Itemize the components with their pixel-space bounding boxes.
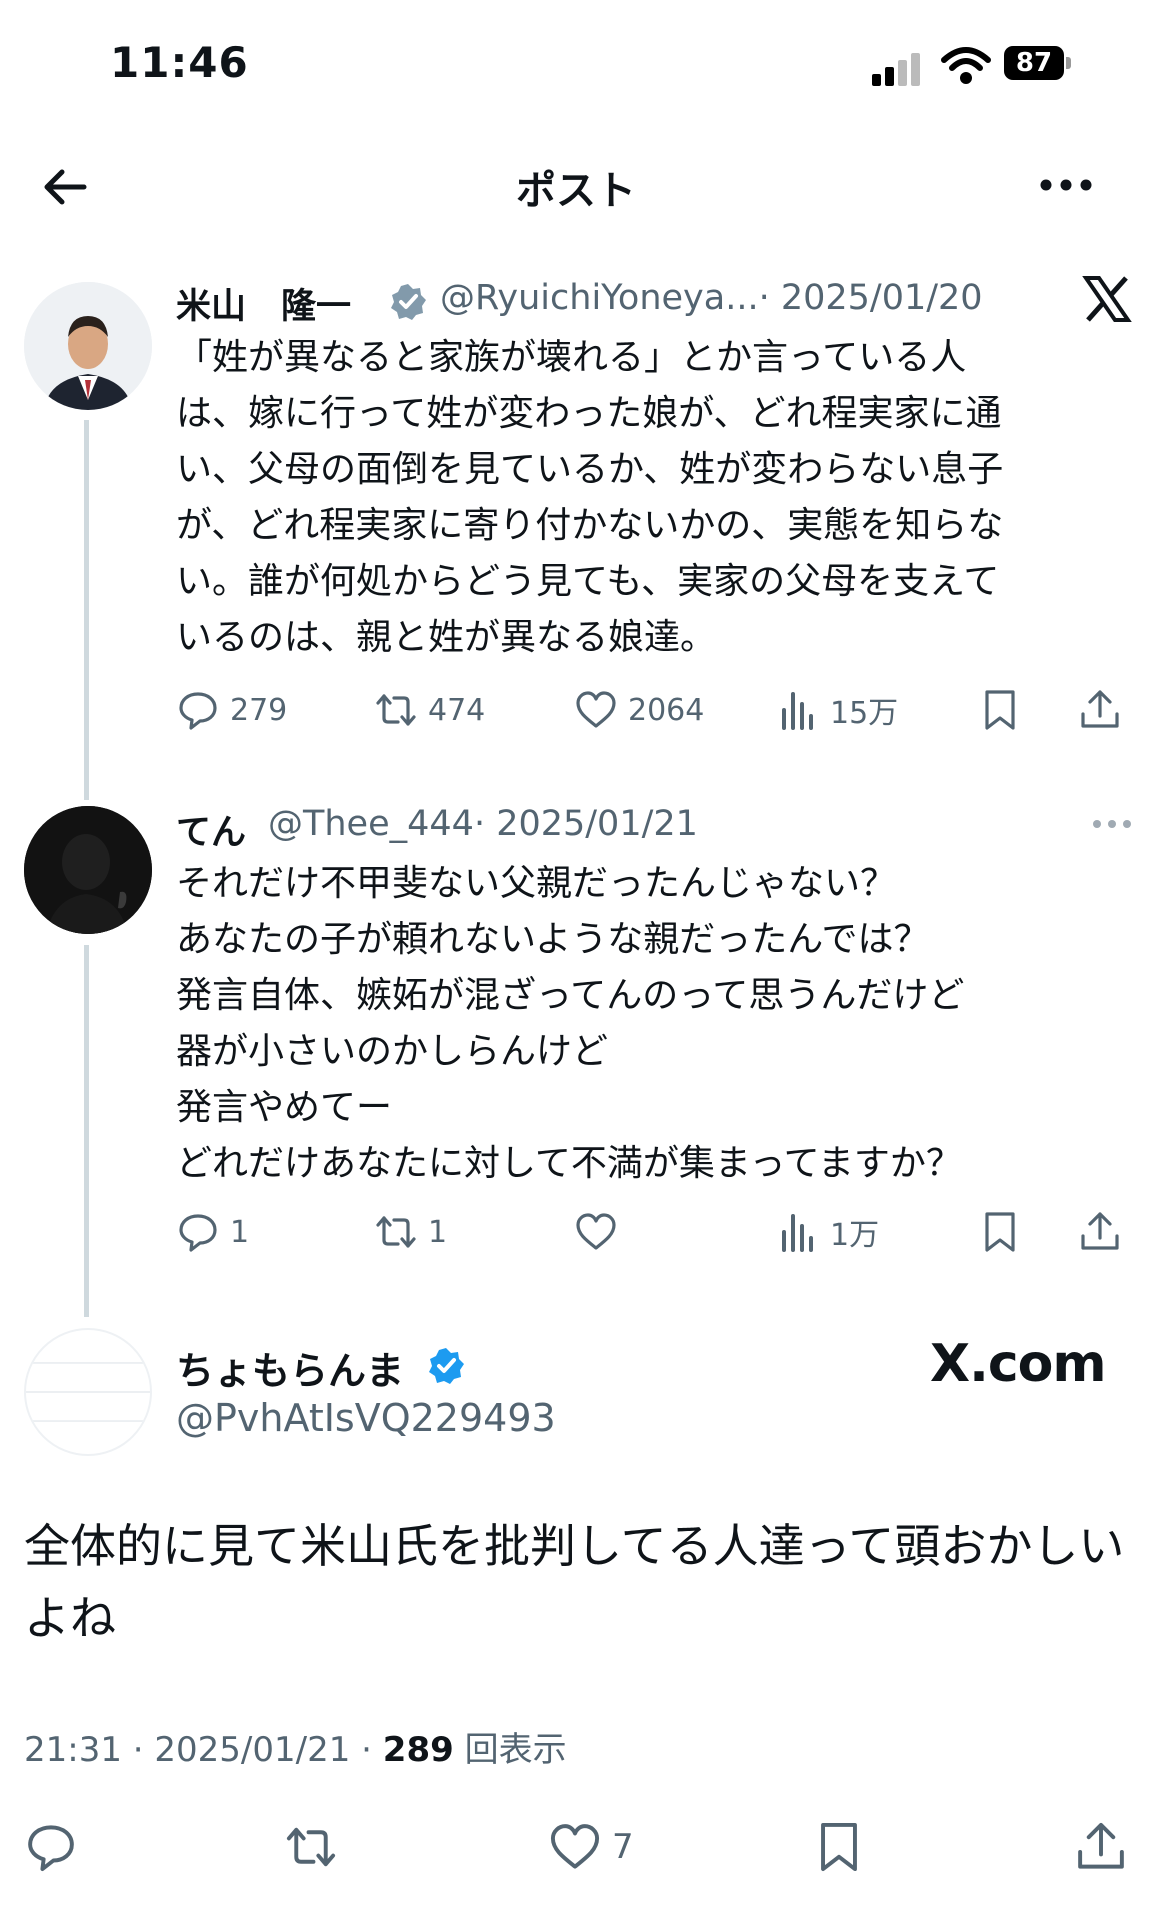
bookmark-button[interactable]	[978, 1210, 1022, 1254]
wifi-icon	[940, 46, 992, 86]
tweet1-handle[interactable]: @RyuichiYoneya...	[440, 278, 759, 318]
tweet1-date[interactable]: · 2025/01/20	[759, 278, 983, 318]
retweet-count: 474	[428, 692, 486, 728]
bookmark-button[interactable]	[812, 1820, 866, 1874]
post-meta: 21:31 · 2025/01/21 · 289 回表示	[24, 1722, 567, 1771]
views-button[interactable]: 15万	[776, 688, 898, 732]
more-button[interactable]	[1036, 165, 1096, 205]
tweet1-text: 「姓が異なると家族が壊れる」とか言っている人 は、嫁に行って姓が変わった娘が、ど…	[176, 337, 1004, 658]
share-button[interactable]	[1078, 1210, 1122, 1254]
post-view-count: 289	[382, 1730, 454, 1770]
post-view-label: 回表示	[453, 1730, 567, 1770]
post-timestamp[interactable]: 21:31 · 2025/01/21 ·	[24, 1730, 383, 1770]
views-icon	[782, 692, 813, 730]
reply-icon	[179, 1214, 217, 1252]
share-icon	[1078, 1822, 1124, 1869]
retweet-button[interactable]: 1	[374, 1210, 447, 1254]
avatar[interactable]	[24, 806, 152, 934]
retweet-button[interactable]	[284, 1820, 338, 1874]
verified-icon	[388, 282, 428, 326]
bookmark-button[interactable]	[978, 688, 1022, 732]
main-post-text: 全体的に見て米山氏を批判してる人達って頭おかしい よね	[24, 1519, 1125, 1645]
x-logo-icon[interactable]	[1082, 274, 1132, 328]
like-button[interactable]: 7	[548, 1820, 634, 1874]
reply-button[interactable]	[24, 1820, 78, 1874]
like-icon	[576, 691, 616, 728]
retweet-icon	[376, 1216, 416, 1248]
bookmark-icon	[985, 1212, 1015, 1252]
thread-line	[84, 420, 89, 800]
like-count: 7	[612, 1827, 634, 1867]
tweet2-handle[interactable]: @Thee_444	[268, 804, 474, 844]
more-icon	[1093, 820, 1131, 828]
tweet2-text: それだけ不甲斐ない父親だったんじゃない？ あなたの子が頼れないような親だったんで…	[176, 863, 965, 1184]
tweet1-author-name[interactable]: 米山 隆一	[176, 278, 351, 329]
bookmark-icon	[985, 690, 1015, 730]
avatar[interactable]	[24, 282, 152, 410]
like-button[interactable]: 2064	[574, 688, 704, 732]
views-count: 1万	[830, 1218, 880, 1253]
bookmark-icon	[821, 1822, 857, 1872]
battery-level: 87	[1004, 46, 1064, 80]
share-icon	[1081, 690, 1119, 728]
like-count: 2064	[628, 692, 705, 728]
thread-line	[84, 945, 89, 1317]
status-time: 11:46	[110, 38, 249, 87]
main-author-name[interactable]: ちょもらんま	[176, 1340, 404, 1395]
like-icon	[550, 1824, 600, 1869]
retweet-icon	[286, 1827, 336, 1867]
tweet2-more-button[interactable]	[1090, 812, 1134, 840]
reply-count: 1	[230, 1214, 250, 1250]
reply-icon	[179, 692, 217, 730]
reply-count: 279	[230, 692, 288, 728]
views-button[interactable]: 1万	[776, 1210, 879, 1254]
tweet2-author-name[interactable]: てん	[176, 804, 246, 855]
retweet-count: 1	[428, 1214, 448, 1250]
like-button[interactable]	[574, 1210, 628, 1254]
tweet2-date[interactable]: · 2025/01/21	[474, 804, 698, 844]
main-handle[interactable]: @PvhAtIsVQ229493	[176, 1396, 556, 1440]
reply-button[interactable]: 279	[176, 688, 287, 732]
share-icon	[1081, 1212, 1119, 1250]
more-icon	[1040, 179, 1092, 191]
retweet-icon	[376, 694, 416, 726]
views-count: 15万	[830, 696, 899, 731]
avatar[interactable]	[24, 1328, 152, 1456]
cellular-signal-icon	[872, 52, 924, 86]
battery-icon: 87	[1004, 46, 1074, 82]
views-icon	[782, 1214, 813, 1252]
retweet-button[interactable]: 474	[374, 688, 485, 732]
brand-logo: X.com	[930, 1334, 1107, 1394]
reply-button[interactable]: 1	[176, 1210, 249, 1254]
like-icon	[576, 1213, 616, 1250]
verified-icon	[426, 1346, 466, 1390]
reply-icon	[28, 1825, 74, 1872]
page-title: ポスト	[516, 168, 636, 214]
share-button[interactable]	[1078, 688, 1122, 732]
share-button[interactable]	[1074, 1820, 1128, 1874]
